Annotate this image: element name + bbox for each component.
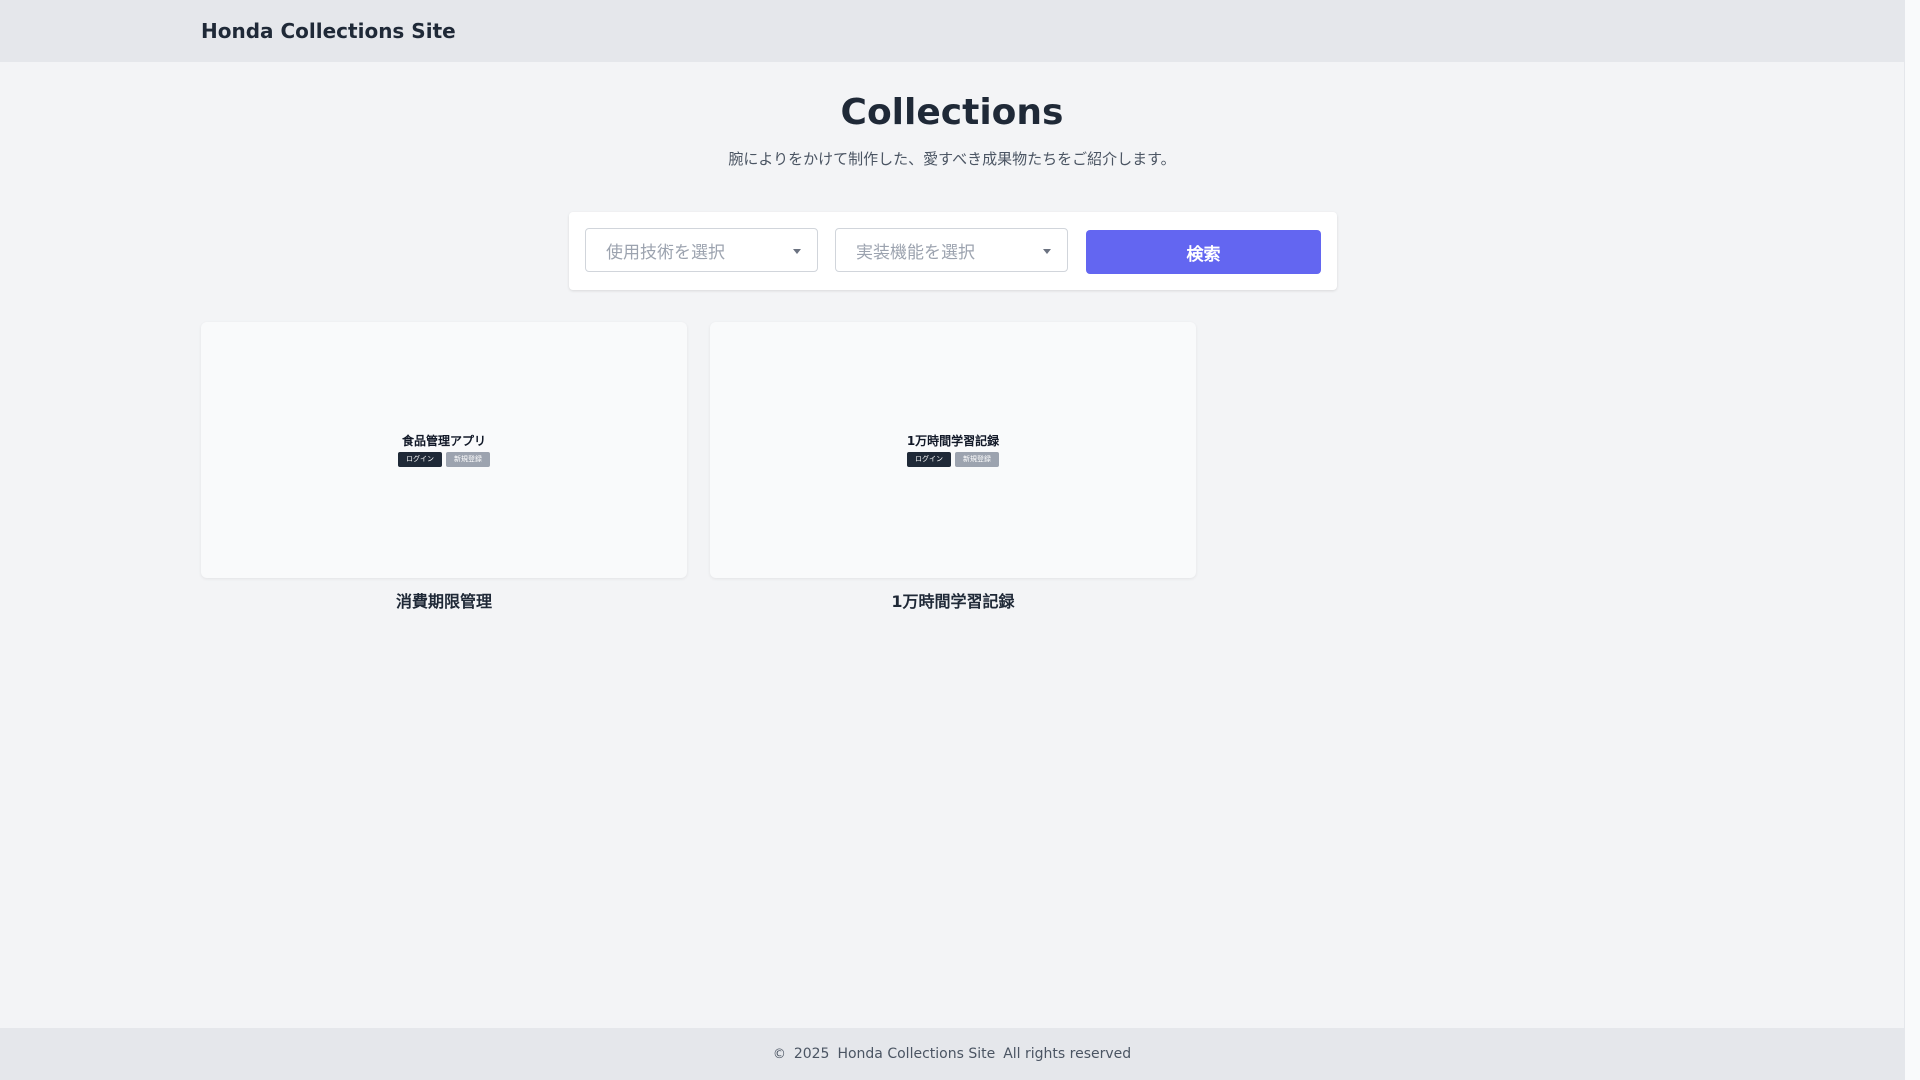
footer-site-name: Honda Collections Site [837,1046,996,1062]
page: Honda Collections Site Collections 腕によりを… [0,0,1904,1080]
site-title-link[interactable]: Honda Collections Site [201,19,456,43]
site-footer: © 2025 Honda Collections Site All rights… [0,1028,1904,1080]
thumbnail-signup-button: 新規登録 [955,452,999,467]
copyright-icon: © [772,1046,786,1062]
thumbnail-title: 1万時間学習記録 [906,434,1000,448]
thumbnail-buttons: ログイン 新規登録 [907,452,999,467]
thumbnail-buttons: ログイン 新規登録 [398,452,490,467]
thumbnail-signup-button: 新規登録 [446,452,490,467]
page-subtitle: 腕によりをかけて制作した、愛すべき成果物たちをご紹介します。 [728,150,1176,168]
search-button[interactable]: 検索 [1086,230,1321,274]
chevron-down-icon [793,249,801,254]
footer-year: 2025 [793,1046,830,1062]
thumbnail-login-button: ログイン [398,452,442,467]
collection-thumbnail[interactable]: 1万時間学習記録 ログイン 新規登録 [710,322,1196,578]
collection-name[interactable]: 消費期限管理 [201,588,687,612]
vertical-scrollbar[interactable] [1904,0,1920,1080]
collection-card[interactable]: 1万時間学習記録 ログイン 新規登録 1万時間学習記録 [710,322,1196,612]
collection-name[interactable]: 1万時間学習記録 [710,588,1196,612]
technology-select[interactable]: 使用技術を選択 [585,228,818,272]
technology-select-placeholder: 使用技術を選択 [606,242,725,263]
hero-section: Collections 腕によりをかけて制作した、愛すべき成果物たちをご紹介しま… [0,62,1904,170]
thumbnail-login-button: ログイン [907,452,951,467]
collection-thumbnail[interactable]: 食品管理アプリ ログイン 新規登録 [201,322,687,578]
feature-select-placeholder: 実装機能を選択 [856,242,975,263]
collection-card[interactable]: 食品管理アプリ ログイン 新規登録 消費期限管理 [201,322,687,612]
feature-select[interactable]: 実装機能を選択 [835,228,1068,272]
footer-rights: All rights reserved [1003,1046,1132,1062]
search-panel: 使用技術を選択 実装機能を選択 検索 [569,212,1337,290]
page-title: Collections [840,92,1064,133]
chevron-down-icon [1043,249,1051,254]
site-header: Honda Collections Site [0,0,1904,62]
thumbnail-title: 食品管理アプリ [401,434,486,448]
